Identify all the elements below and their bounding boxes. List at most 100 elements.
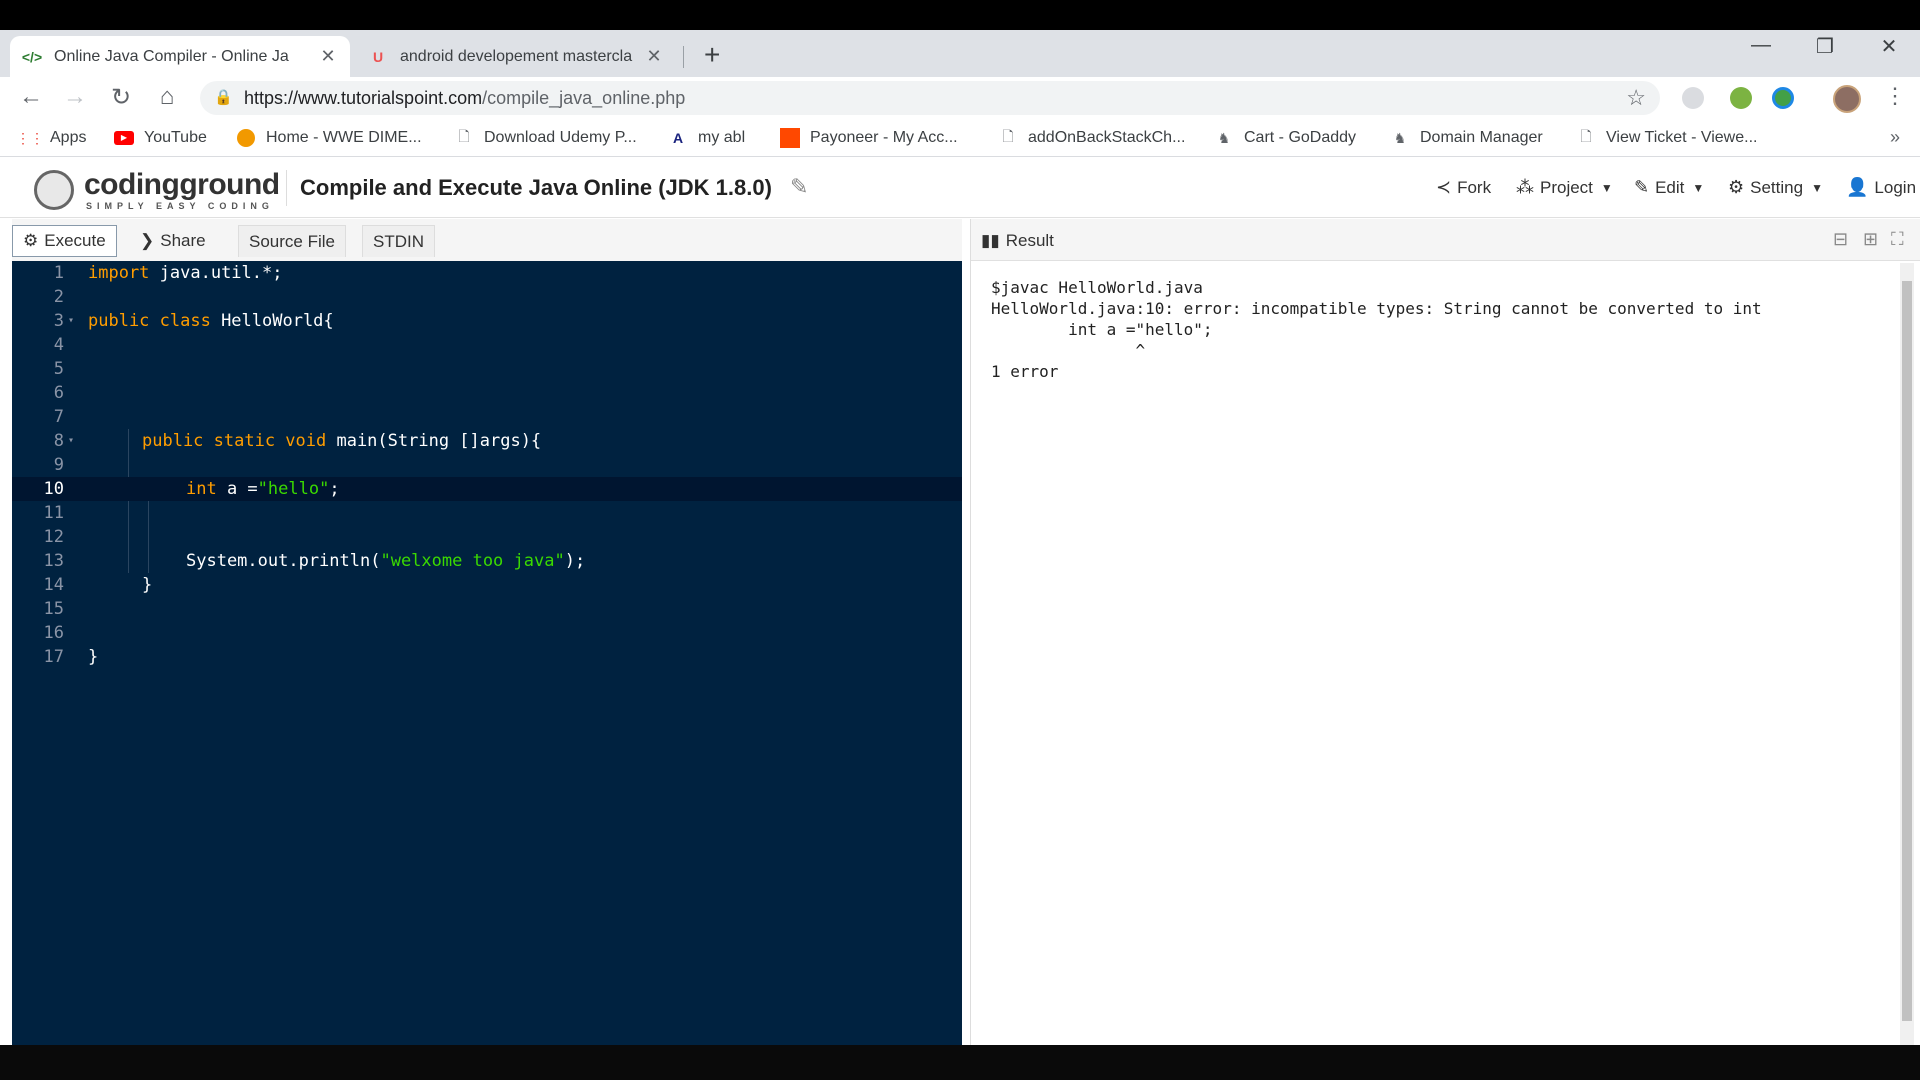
more-bookmarks-icon[interactable]: » xyxy=(1890,127,1900,148)
back-icon[interactable]: ← xyxy=(16,83,46,111)
udemy-icon: U xyxy=(372,48,384,65)
edit-title-icon[interactable]: ✎ xyxy=(790,174,808,200)
extension-cloud-icon[interactable] xyxy=(1682,87,1704,109)
share-button[interactable]: ❯ Share xyxy=(130,225,216,257)
tab-online-java-compiler[interactable]: </> Online Java Compiler - Online Ja ✕ xyxy=(10,36,350,77)
fullscreen-icon[interactable]: ⛶ xyxy=(1891,229,1904,250)
code-text: public static void main(String []args){ xyxy=(142,431,542,451)
restore-button[interactable]: ❐ xyxy=(1810,34,1840,59)
bookmark-domain-manager[interactable]: ♞ Domain Manager xyxy=(1390,129,1543,147)
bookmark-label: Domain Manager xyxy=(1420,129,1543,146)
profile-avatar[interactable] xyxy=(1833,85,1861,113)
user-icon: 👤 xyxy=(1846,177,1869,197)
close-window-button[interactable]: ✕ xyxy=(1874,34,1904,59)
tab-source-file[interactable]: Source File xyxy=(238,225,346,257)
codingground-logo-icon[interactable] xyxy=(34,170,74,210)
tab-stdin[interactable]: STDIN xyxy=(362,225,435,257)
code-line: 11 xyxy=(12,501,962,525)
payoneer-icon xyxy=(780,128,800,148)
browser-toolbar: ← → ↻ ⌂ 🔒 https://www.tutorialspoint.com… xyxy=(0,77,1920,119)
code-line: 15 xyxy=(12,597,962,621)
expand-icon[interactable]: ⊞ xyxy=(1863,229,1878,250)
line-number: 3 xyxy=(53,311,64,331)
code-text: public class HelloWorld{ xyxy=(88,311,334,331)
code-text: } xyxy=(142,575,153,595)
reload-icon[interactable]: ↻ xyxy=(106,83,136,112)
project-menu[interactable]: ⁂ Project ▼ xyxy=(1516,177,1613,198)
project-icon: ⁂ xyxy=(1516,177,1534,197)
code-line: 13 System.out.println("welxome too java"… xyxy=(12,549,962,573)
line-number: 14 xyxy=(43,575,64,595)
code-line: 16 xyxy=(12,621,962,645)
bookmark-label: Home - WWE DIME... xyxy=(266,129,422,146)
nav-label: Fork xyxy=(1457,177,1492,197)
home-icon[interactable]: ⌂ xyxy=(152,83,182,111)
bottom-black-bar xyxy=(0,1045,1920,1080)
bookmark-wwe[interactable]: Home - WWE DIME... xyxy=(236,129,422,147)
bookmark-youtube[interactable]: ▶ YouTube xyxy=(114,129,207,147)
code-line: 1 import java.util.*; xyxy=(12,261,962,285)
code-line: 8 ▾ public static void main(String []arg… xyxy=(12,429,962,453)
bookmark-view-ticket[interactable]: 🗋 View Ticket - Viewe... xyxy=(1576,128,1757,147)
forward-icon[interactable]: → xyxy=(60,83,90,111)
wwe-icon xyxy=(236,129,256,147)
new-tab-button[interactable]: + xyxy=(704,39,720,71)
browser-menu-icon[interactable]: ⋮ xyxy=(1884,83,1906,109)
bookmark-my-abl[interactable]: A my abl xyxy=(668,129,745,147)
code-line: 6 xyxy=(12,381,962,405)
fold-arrow-icon[interactable]: ▾ xyxy=(68,309,74,333)
execute-button[interactable]: ⚙ Execute xyxy=(12,225,117,257)
youtube-icon: ▶ xyxy=(114,129,134,147)
code-text: int a ="hello"; xyxy=(186,479,340,499)
fork-button[interactable]: ≺ Fork xyxy=(1436,177,1491,198)
line-number: 12 xyxy=(43,527,64,547)
result-output: $javac HelloWorld.java HelloWorld.java:1… xyxy=(991,278,1762,381)
address-bar[interactable]: 🔒 https://www.tutorialspoint.com/compile… xyxy=(200,81,1660,115)
execute-label: Execute xyxy=(44,231,106,250)
extension-shield-icon[interactable] xyxy=(1730,87,1752,109)
close-tab-icon[interactable]: ✕ xyxy=(318,46,338,67)
line-number: 11 xyxy=(43,503,64,523)
extension-globe-icon[interactable] xyxy=(1772,87,1794,109)
line-number: 5 xyxy=(53,359,64,379)
logo-text[interactable]: codingground xyxy=(84,168,280,202)
bookmark-godaddy-cart[interactable]: ♞ Cart - GoDaddy xyxy=(1214,129,1356,147)
scrollbar-thumb[interactable] xyxy=(1902,281,1912,1021)
code-text: System.out.println("welxome too java"); xyxy=(186,551,586,571)
bookmark-addonbackstack[interactable]: 🗋 addOnBackStackCh... xyxy=(998,128,1185,147)
code-icon: </> xyxy=(21,48,43,65)
login-button[interactable]: 👤 Login xyxy=(1846,177,1916,198)
line-number: 8 xyxy=(53,431,64,451)
result-scrollbar[interactable] xyxy=(1900,263,1914,1045)
bookmark-star-icon[interactable]: ☆ xyxy=(1626,85,1646,111)
code-line-active: 10 int a ="hello"; xyxy=(12,477,962,501)
fold-arrow-icon[interactable]: ▾ xyxy=(68,429,74,453)
setting-menu[interactable]: ⚙ Setting ▼ xyxy=(1728,177,1823,198)
line-number: 15 xyxy=(43,599,64,619)
editor-pane: ⚙ Execute ❯ Share Source File STDIN 1 im… xyxy=(12,219,962,1045)
bookmark-download-udemy[interactable]: 🗋 Download Udemy P... xyxy=(454,128,636,147)
collapse-icon[interactable]: ⊟ xyxy=(1833,229,1848,250)
bookmark-apps[interactable]: ⋮⋮ Apps xyxy=(16,129,86,147)
logo-tagline: SIMPLY EASY CODING xyxy=(86,201,274,211)
header-divider xyxy=(286,170,287,206)
godaddy-icon: ♞ xyxy=(1217,129,1231,146)
godaddy-icon: ♞ xyxy=(1393,129,1407,146)
nav-label: Setting xyxy=(1750,177,1804,197)
abl-icon: A xyxy=(672,130,684,146)
code-line: 17 } xyxy=(12,645,962,669)
tab-android-development[interactable]: U android developement mastercla ✕ xyxy=(356,36,676,77)
code-line: 7 xyxy=(12,405,962,429)
close-tab-icon[interactable]: ✕ xyxy=(644,46,664,67)
nav-label: Edit xyxy=(1655,177,1685,197)
bookmark-payoneer[interactable]: Payoneer - My Acc... xyxy=(780,128,958,148)
code-editor[interactable]: 1 import java.util.*; 2 3 ▾ public class… xyxy=(12,261,962,1045)
edit-icon: ✎ xyxy=(1634,177,1650,197)
code-text: } xyxy=(88,647,99,667)
code-line: 9 xyxy=(12,453,962,477)
edit-menu[interactable]: ✎ Edit ▼ xyxy=(1634,177,1704,198)
minimize-button[interactable]: — xyxy=(1746,34,1776,57)
lock-icon: 🔒 xyxy=(214,89,233,106)
code-line: 12 xyxy=(12,525,962,549)
bookmarks-bar: ⋮⋮ Apps ▶ YouTube Home - WWE DIME... 🗋 D… xyxy=(0,119,1920,157)
